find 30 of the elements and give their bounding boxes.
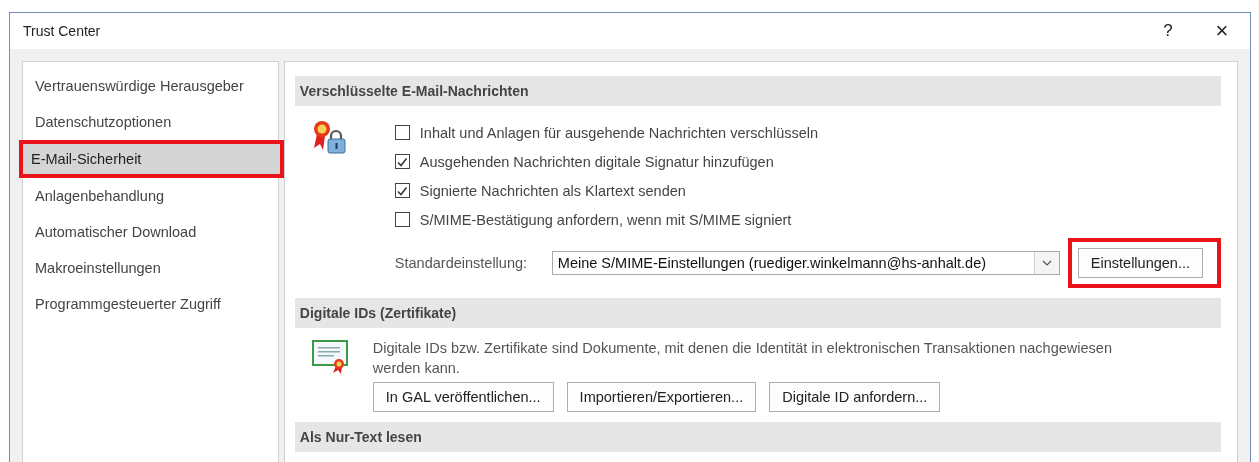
checkbox-option[interactable]: Ausgehenden Nachrichten digitale Signatur hinzufügen bbox=[394, 147, 1221, 176]
sidebar-item[interactable]: Anlagenbehandlung bbox=[23, 178, 278, 214]
field-label: Standardeinstellung: bbox=[394, 255, 529, 271]
section-header: Verschlüsselte E-Mail-Nachrichten bbox=[294, 76, 1221, 106]
section-header: Digitale IDs (Zertifikate) bbox=[294, 298, 1221, 328]
action-button[interactable]: Importieren/Exportieren... bbox=[566, 382, 757, 412]
action-button[interactable]: In GAL veröffentlichen... bbox=[372, 382, 554, 412]
sidebar-item[interactable]: Datenschutzoptionen bbox=[23, 104, 278, 140]
default-setting-dropdown[interactable]: Meine S/MIME-Einstellungen (ruediger.winkelmann@hs-anhalt.de) bbox=[551, 251, 1060, 275]
settings-button[interactable]: Einstellungen... bbox=[1077, 248, 1203, 278]
checkbox[interactable] bbox=[394, 154, 410, 169]
description-text: Digitale IDs bzw. Zertifikate sind Dokumente, mit denen die Identität in elektronischen Transaktionen nachgewiesen werden kann. bbox=[372, 339, 1113, 378]
close-button[interactable]: × bbox=[1202, 16, 1242, 46]
sidebar-item[interactable]: E-Mail-Sicherheit bbox=[23, 144, 280, 174]
checkbox[interactable] bbox=[394, 125, 410, 140]
window-title: Trust Center bbox=[23, 23, 101, 39]
action-button[interactable]: Digitale ID anfordern... bbox=[769, 382, 941, 412]
section-header: Als Nur-Text lesen bbox=[294, 422, 1221, 452]
sidebar-item[interactable]: Programmgesteuerter Zugriff bbox=[23, 286, 278, 322]
sidebar-item[interactable]: Vertrauenswürdige Herausgeber bbox=[23, 68, 278, 104]
checkbox-option[interactable]: S/MIME-Bestätigung anfordern, wenn mit S/MIME signiert bbox=[394, 205, 1221, 234]
chevron-down-icon bbox=[1041, 260, 1052, 266]
help-button[interactable]: ? bbox=[1148, 16, 1188, 46]
checkbox-option[interactable]: Signierte Nachrichten als Klartext senden bbox=[394, 176, 1221, 205]
checkbox-option[interactable]: Inhalt und Anlagen für ausgehende Nachrichten verschlüsseln bbox=[394, 118, 1221, 147]
checkbox[interactable] bbox=[394, 183, 410, 198]
sidebar-item[interactable]: Automatischer Download bbox=[23, 214, 278, 250]
sidebar-item[interactable]: Makroeinstellungen bbox=[23, 250, 278, 286]
certificate-icon bbox=[310, 338, 351, 374]
checkbox[interactable] bbox=[394, 212, 410, 227]
